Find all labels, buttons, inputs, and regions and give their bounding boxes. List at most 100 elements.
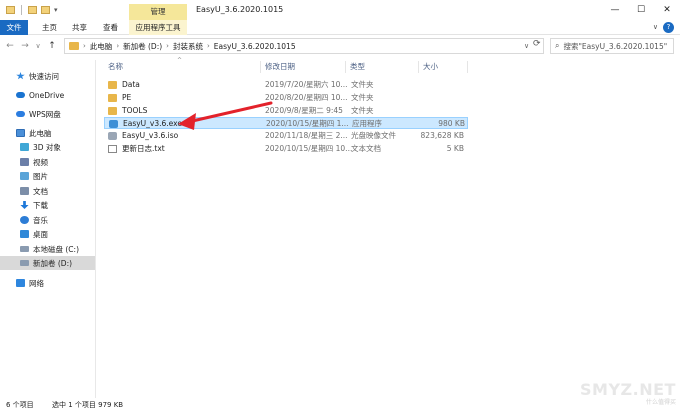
sidebar-item-label: 新加卷 (D:) <box>33 258 73 268</box>
exe-icon <box>109 120 118 128</box>
sidebar-item-pictures[interactable]: 图片 <box>0 169 95 183</box>
sidebar-item-label: OneDrive <box>29 90 65 100</box>
column-header-date[interactable]: 修改日期 <box>265 60 295 74</box>
window-controls: — ☐ ✕ <box>602 0 680 20</box>
folder-icon <box>108 81 117 89</box>
sidebar-item-label: 音乐 <box>33 215 48 225</box>
navigation-bar: ← → ∨ ↑ › 此电脑 › 新加卷 (D:) › 封装系统 › EasyU_… <box>0 35 680 57</box>
up-button[interactable]: ↑ <box>46 39 58 53</box>
network-icon <box>16 279 25 287</box>
sidebar-item-wps-cloud[interactable]: WPS网盘 <box>0 107 95 121</box>
sidebar-item-drive-c[interactable]: 本地磁盘 (C:) <box>0 242 95 256</box>
breadcrumb-separator[interactable]: › <box>166 42 169 50</box>
sidebar-item-network[interactable]: 网络 <box>0 276 95 290</box>
drive-icon <box>20 246 29 252</box>
star-icon <box>16 72 25 80</box>
sidebar-item-music[interactable]: 音乐 <box>0 213 95 227</box>
sidebar-item-label: 3D 对象 <box>33 142 61 152</box>
address-dropdown-icon[interactable]: ∨ <box>524 42 529 50</box>
tab-share[interactable]: 共享 <box>72 20 87 35</box>
file-name: Data <box>122 80 140 89</box>
file-type: 光盘映像文件 <box>351 131 396 140</box>
sidebar-item-label: 本地磁盘 (C:) <box>33 244 79 254</box>
folder-icon <box>69 42 79 50</box>
sidebar-item-label: 网络 <box>29 278 44 288</box>
ribbon-expand-icon[interactable]: ∨ <box>653 20 658 35</box>
column-divider[interactable] <box>345 61 346 73</box>
file-type: 应用程序 <box>352 119 382 128</box>
refresh-icon[interactable]: ⟳ <box>533 39 541 49</box>
sidebar-item-label: 视频 <box>33 157 48 167</box>
breadcrumb-system-packages[interactable]: 封装系统 <box>173 41 203 52</box>
sidebar-item-onedrive[interactable]: OneDrive <box>0 88 95 102</box>
drive-icon <box>20 260 29 266</box>
file-date: 2020/11/18/星期三 2... <box>265 131 348 140</box>
file-row[interactable]: Data 2019/7/20/星期六 10... 文件夹 <box>104 79 468 91</box>
breadcrumb-current-folder[interactable]: EasyU_3.6.2020.1015 <box>214 42 296 51</box>
file-date: 2020/10/15/星期四 10... <box>265 144 353 153</box>
tab-home[interactable]: 主页 <box>42 20 57 35</box>
new-folder-icon[interactable] <box>41 6 50 14</box>
breadcrumb-this-pc[interactable]: 此电脑 <box>90 41 113 52</box>
sidebar-item-3d-objects[interactable]: 3D 对象 <box>0 140 95 154</box>
sidebar-item-videos[interactable]: 视频 <box>0 155 95 169</box>
back-button[interactable]: ← <box>4 39 16 53</box>
search-placeholder: 搜索"EasyU_3.6.2020.1015" <box>563 41 668 51</box>
text-file-icon <box>108 145 117 153</box>
breadcrumb-separator[interactable]: › <box>116 42 119 50</box>
forward-button[interactable]: → <box>19 39 31 53</box>
file-row[interactable]: TOOLS 2020/9/8/星期二 9:45 文件夹 <box>104 105 468 117</box>
column-header-type[interactable]: 类型 <box>350 60 365 74</box>
sidebar-item-label: 文档 <box>33 186 48 196</box>
sort-indicator-icon: ^ <box>177 57 183 64</box>
minimize-button[interactable]: — <box>602 0 628 20</box>
tab-application-tools[interactable]: 应用程序工具 <box>129 20 187 35</box>
close-button[interactable]: ✕ <box>654 0 680 20</box>
column-divider[interactable] <box>467 61 468 73</box>
file-type: 文件夹 <box>351 93 374 102</box>
file-date: 2019/7/20/星期六 10... <box>265 80 348 89</box>
sidebar-item-desktop[interactable]: 桌面 <box>0 227 95 241</box>
file-date: 2020/8/20/星期四 10... <box>265 93 348 102</box>
file-date: 2020/9/8/星期二 9:45 <box>265 106 343 115</box>
ribbon-tabs: 文件 主页 共享 查看 应用程序工具 ∨ ? <box>0 20 680 35</box>
file-row-selected[interactable]: EasyU_v3.6.exe 2020/10/15/星期四 1... 应用程序 … <box>104 117 468 129</box>
sidebar-item-downloads[interactable]: 下载 <box>0 198 95 212</box>
file-size: 823,628 KB <box>420 131 464 140</box>
context-tab-group-label: 管理 <box>129 4 187 20</box>
folder-icon[interactable] <box>6 6 15 14</box>
folder-icon <box>108 107 117 115</box>
file-row[interactable]: EasyU_v3.6.iso 2020/11/18/星期三 2... 光盘映像文… <box>104 130 468 142</box>
breadcrumb-drive-d[interactable]: 新加卷 (D:) <box>123 41 162 52</box>
file-name: EasyU_v3.6.iso <box>122 131 179 140</box>
properties-icon[interactable] <box>28 6 37 14</box>
tab-view[interactable]: 查看 <box>103 20 118 35</box>
file-name: TOOLS <box>122 106 148 115</box>
address-bar[interactable]: › 此电脑 › 新加卷 (D:) › 封装系统 › EasyU_3.6.2020… <box>64 38 544 54</box>
column-divider[interactable] <box>260 61 261 73</box>
help-icon[interactable]: ? <box>663 22 674 33</box>
status-bar: 6 个项目 选中 1 个项目 979 KB <box>0 398 680 412</box>
breadcrumb-separator[interactable]: › <box>207 42 210 50</box>
file-row[interactable]: PE 2020/8/20/星期四 10... 文件夹 <box>104 92 468 104</box>
column-header-size[interactable]: 大小 <box>423 60 438 74</box>
tab-file[interactable]: 文件 <box>0 20 28 35</box>
sidebar-item-this-pc[interactable]: 此电脑 <box>0 126 95 140</box>
qat-dropdown-icon[interactable]: ▾ <box>54 6 58 14</box>
download-icon <box>20 201 29 209</box>
sidebar-item-documents[interactable]: 文档 <box>0 184 95 198</box>
file-type: 文件夹 <box>351 106 374 115</box>
column-divider[interactable] <box>418 61 419 73</box>
recent-locations-button[interactable]: ∨ <box>32 39 44 53</box>
sidebar-item-label: 快速访问 <box>29 71 59 81</box>
video-icon <box>20 158 29 166</box>
search-input[interactable]: ⌕ 搜索"EasyU_3.6.2020.1015" <box>550 38 674 54</box>
file-list: ^ 名称 修改日期 类型 大小 Data 2019/7/20/星期六 10...… <box>97 57 680 398</box>
wps-cloud-icon <box>16 111 25 117</box>
sidebar-item-quick-access[interactable]: 快速访问 <box>0 69 95 83</box>
maximize-button[interactable]: ☐ <box>628 0 654 20</box>
file-row[interactable]: 更新日志.txt 2020/10/15/星期四 10... 文本文档 5 KB <box>104 143 468 155</box>
column-header-name[interactable]: 名称 <box>108 60 123 74</box>
file-size: 5 KB <box>446 144 464 153</box>
sidebar-item-drive-d[interactable]: 新加卷 (D:) <box>0 256 95 270</box>
